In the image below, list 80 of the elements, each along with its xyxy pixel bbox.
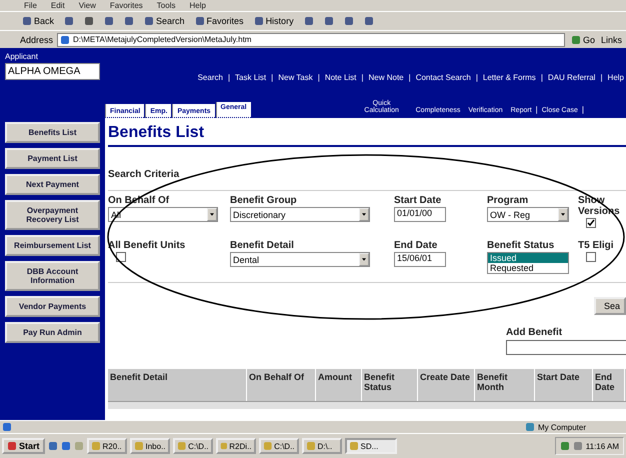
taskbar-button[interactable]: R20..: [86, 438, 127, 454]
list-option[interactable]: Issued: [488, 253, 568, 263]
checkbox[interactable]: [116, 252, 126, 262]
field-label: T5 Eligi: [578, 240, 615, 251]
nav-link[interactable]: New Note: [368, 73, 404, 82]
toolbar-button[interactable]: Favorites: [192, 16, 246, 26]
taskbar-button[interactable]: R2Di..: [216, 438, 256, 454]
nav-link[interactable]: Task List: [235, 73, 266, 82]
menu-item[interactable]: Help: [189, 1, 206, 10]
dropdown[interactable]: Discretionary: [230, 207, 370, 222]
nav-link[interactable]: New Task: [278, 73, 313, 82]
field-label: Add Benefit: [506, 327, 564, 338]
caret-icon: [359, 208, 369, 221]
field-label: Start Date: [394, 195, 442, 206]
checkbox[interactable]: [586, 218, 596, 228]
link-separator: |: [540, 73, 543, 82]
nav-link[interactable]: Letter & Forms: [482, 73, 536, 82]
nav-link[interactable]: DAU Referral: [548, 73, 596, 82]
menu-item[interactable]: File: [24, 1, 37, 10]
address-label: Address: [20, 34, 54, 44]
taskbar-button[interactable]: Inbo..: [130, 438, 170, 454]
sidebar-button[interactable]: Payment List: [5, 148, 100, 169]
start-button[interactable]: Start: [2, 438, 45, 454]
go-button[interactable]: Go: [568, 34, 597, 44]
link-separator: |: [536, 105, 538, 116]
section-heading: Search Criteria: [108, 169, 180, 180]
taskbar-button[interactable]: C:\D..: [172, 438, 213, 454]
applicant-field[interactable]: ALPHA OMEGA: [5, 63, 100, 80]
link-separator: |: [600, 73, 603, 82]
link-separator: |: [361, 73, 364, 82]
toolbar-button[interactable]: Back: [20, 16, 56, 26]
sidebar-button[interactable]: Benefits List: [5, 122, 100, 143]
link-separator: |: [582, 105, 584, 116]
nav-link[interactable]: Help: [608, 73, 624, 82]
nav-link[interactable]: Note List: [324, 73, 356, 82]
menu-item[interactable]: View: [78, 1, 96, 10]
sidebar-button[interactable]: Next Payment: [5, 174, 100, 195]
scrollbar[interactable]: [108, 401, 626, 409]
link-separator: |: [228, 73, 230, 82]
dropdown[interactable]: OW - Reg: [487, 207, 569, 222]
sidebar-button[interactable]: Reimbursement List: [5, 235, 100, 256]
taskbar-button[interactable]: D:\..: [302, 438, 342, 454]
sidebar-button[interactable]: Pay Run Admin: [5, 322, 100, 343]
taskbar-button[interactable]: C:\D..: [258, 438, 299, 454]
applicant-label: Applicant: [5, 52, 39, 61]
caret-icon: [359, 253, 369, 266]
sidebar-button[interactable]: DBB Account Information: [5, 261, 100, 291]
taskbar-button[interactable]: SD...: [344, 438, 397, 454]
field-label: End Date: [394, 240, 438, 251]
field-label: Benefit Status: [487, 240, 556, 251]
page-title: Benefits List: [108, 124, 626, 147]
status-text: My Computer: [524, 422, 586, 432]
search-button[interactable]: Sea: [594, 297, 626, 315]
link-separator: |: [408, 73, 411, 82]
caret-icon: [558, 208, 568, 221]
link-separator: |: [271, 73, 274, 82]
nav-link[interactable]: Contact Search: [416, 73, 471, 82]
nav-link[interactable]: Search: [198, 73, 223, 82]
date-field[interactable]: 15/06/01: [394, 252, 446, 267]
sidebar-button[interactable]: Overpayment Recovery List: [5, 200, 100, 230]
menu-item[interactable]: Tools: [156, 1, 176, 10]
listbox[interactable]: Issued Requested: [487, 252, 569, 274]
date-field[interactable]: 01/01/00: [394, 207, 446, 222]
field-label: Program: [487, 195, 530, 206]
clock: 11:16 AM: [586, 442, 619, 450]
field-label: Benefit Group: [230, 195, 298, 206]
link-separator: |: [318, 73, 320, 82]
checkbox[interactable]: [586, 252, 596, 262]
sidebar-button[interactable]: Vendor Payments: [5, 296, 100, 317]
caret-icon: [207, 208, 217, 221]
input-field[interactable]: [506, 340, 626, 355]
toolbar-button[interactable]: History: [252, 16, 296, 26]
links-label[interactable]: Links: [600, 34, 622, 44]
address-field[interactable]: D:\META\MetajulyCompletedVersion\MetaJuly.htm: [57, 32, 565, 46]
menu-item[interactable]: Favorites: [110, 1, 143, 10]
field-label: Benefit Detail: [230, 240, 295, 251]
menu-item[interactable]: Edit: [50, 1, 65, 10]
link-separator: |: [476, 73, 478, 82]
toolbar-button[interactable]: Search: [142, 16, 187, 26]
dropdown[interactable]: Dental: [230, 252, 370, 267]
